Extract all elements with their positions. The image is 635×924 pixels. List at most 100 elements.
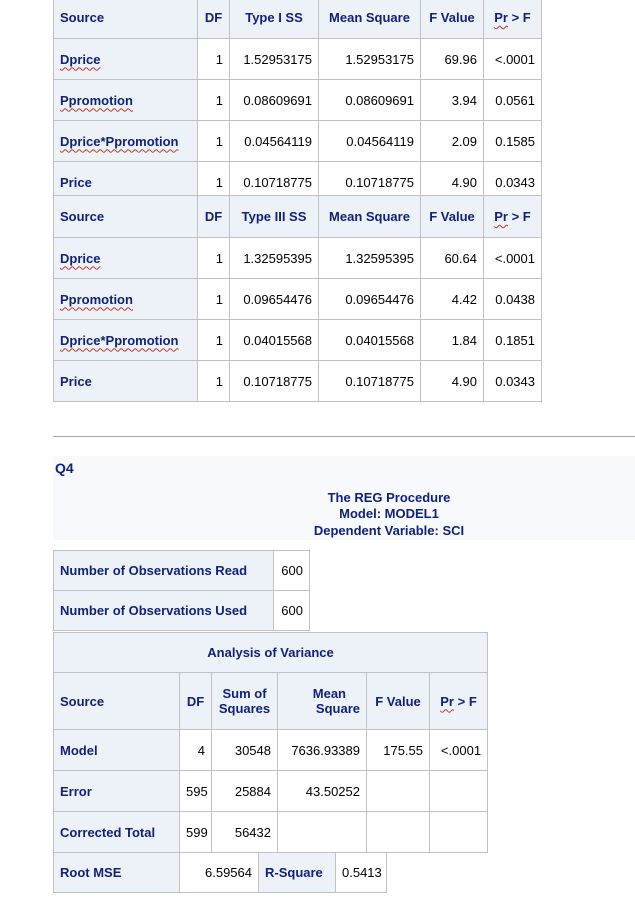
row-header-source: Error — [53, 770, 180, 812]
ms-cell: 43.50252 — [277, 770, 367, 812]
anova-table: Analysis of Variance Source DF Sum of Squ… — [52, 632, 489, 853]
p-value-cell — [428, 811, 489, 853]
ss-cell: 0.04564119 — [229, 120, 319, 162]
col-header-mean-square: Mean Square — [277, 672, 367, 730]
ms-cell: 0.09654476 — [318, 278, 421, 320]
row-header-source: Dprice — [53, 38, 198, 80]
df-cell: 1 — [197, 237, 230, 279]
col-header-f-value: F Value — [366, 672, 430, 730]
p-value-cell: 0.0438 — [483, 278, 542, 320]
col-header-type1-ss: Type I SS — [229, 0, 319, 39]
table-row: Dprice 1 1.52953175 1.52953175 69.96 <.0… — [53, 38, 542, 80]
ms-cell: 0.10718775 — [318, 360, 421, 402]
ss-cell: 1.32595395 — [229, 237, 319, 279]
df-cell: 599 — [179, 811, 212, 853]
root-mse-label: Root MSE — [53, 852, 180, 893]
ms-cell: 1.52953175 — [318, 38, 421, 80]
table-row: Root MSE 6.59564 R-Square 0.5413 — [53, 852, 387, 893]
p-value-cell: <.0001 — [428, 729, 489, 771]
ss-cell: 0.04015568 — [229, 319, 319, 361]
table-row: Ppromotion 1 0.08609691 0.08609691 3.94 … — [53, 79, 542, 121]
f-value-cell: 175.55 — [366, 729, 430, 771]
table-row: Dprice*Ppromotion 1 0.04015568 0.0401556… — [53, 319, 542, 361]
col-header-sum-of-squares: Sum of Squares — [211, 672, 278, 730]
observations-table: Number of Observations Read 600 Number o… — [53, 550, 310, 631]
row-header-source: Dprice*Ppromotion — [53, 120, 198, 162]
row-header-source: Dprice*Ppromotion — [53, 319, 198, 361]
obs-used-value: 600 — [273, 590, 310, 631]
ms-cell: 0.04015568 — [318, 319, 421, 361]
p-value-cell — [428, 770, 489, 812]
table-row: Model 4 30548 7636.93389 175.55 <.0001 — [53, 729, 489, 771]
r-square-value: 0.5413 — [335, 852, 387, 893]
p-value-cell: 0.0561 — [483, 79, 542, 121]
row-header-source: Dprice — [53, 237, 198, 279]
anova-title: Analysis of Variance — [52, 632, 489, 673]
obs-read-label: Number of Observations Read — [53, 550, 274, 591]
ss-cell: 0.08609691 — [229, 79, 319, 121]
col-header-df: DF — [179, 672, 212, 730]
ss-cell: 56432 — [211, 811, 278, 853]
f-value-cell: 4.42 — [420, 278, 484, 320]
df-cell: 1 — [197, 360, 230, 402]
type3-ss-table: Source DF Type III SS Mean Square F Valu… — [53, 195, 542, 402]
ss-cell: 0.10718775 — [229, 360, 319, 402]
col-header-type3-ss: Type III SS — [229, 195, 319, 238]
col-header-source: Source — [53, 195, 198, 238]
f-value-cell: 2.09 — [420, 120, 484, 162]
obs-read-value: 600 — [273, 550, 310, 591]
f-value-cell — [366, 770, 430, 812]
table-row: Price 1 0.10718775 0.10718775 4.90 0.034… — [53, 360, 542, 402]
df-cell: 1 — [197, 120, 230, 162]
col-header-mean-square: Mean Square — [318, 195, 421, 238]
f-value-cell: 1.84 — [420, 319, 484, 361]
df-cell: 1 — [197, 79, 230, 121]
col-header-f-value: F Value — [420, 0, 484, 39]
p-value-cell: 0.1585 — [483, 120, 542, 162]
table-row: Number of Observations Used 600 — [53, 590, 310, 631]
row-header-source: Ppromotion — [53, 79, 198, 121]
type1-ss-table: Source DF Type I SS Mean Square F Value … — [53, 0, 542, 203]
df-cell: 1 — [197, 278, 230, 320]
col-header-p-value: Pr > F — [483, 0, 542, 39]
f-value-cell: 69.96 — [420, 38, 484, 80]
section-divider — [53, 436, 635, 437]
ss-cell: 1.52953175 — [229, 38, 319, 80]
col-header-mean-square: Mean Square — [318, 0, 421, 39]
q4-heading: Q4 — [55, 460, 74, 476]
p-value-cell: <.0001 — [483, 237, 542, 279]
table-row: Dprice*Ppromotion 1 0.04564119 0.0456411… — [53, 120, 542, 162]
table-row: Corrected Total 599 56432 — [53, 811, 489, 853]
f-value-cell: 4.90 — [420, 360, 484, 402]
r-square-label: R-Square — [258, 852, 336, 893]
row-header-source: Model — [53, 729, 180, 771]
ss-cell: 30548 — [211, 729, 278, 771]
obs-used-label: Number of Observations Used — [53, 590, 274, 631]
col-header-df: DF — [197, 195, 230, 238]
df-cell: 4 — [179, 729, 212, 771]
ms-cell: 0.04564119 — [318, 120, 421, 162]
table-row: Dprice 1 1.32595395 1.32595395 60.64 <.0… — [53, 237, 542, 279]
col-header-df: DF — [197, 0, 230, 39]
f-value-cell — [366, 811, 430, 853]
ss-cell: 25884 — [211, 770, 278, 812]
fit-statistics-table: Root MSE 6.59564 R-Square 0.5413 — [53, 852, 387, 893]
row-header-source: Corrected Total — [53, 811, 180, 853]
root-mse-value: 6.59564 — [179, 852, 259, 893]
table-row: Ppromotion 1 0.09654476 0.09654476 4.42 … — [53, 278, 542, 320]
f-value-cell: 3.94 — [420, 79, 484, 121]
procedure-title: The REG Procedure — [327, 490, 451, 505]
col-header-source: Source — [53, 672, 180, 730]
f-value-cell: 60.64 — [420, 237, 484, 279]
df-cell: 1 — [197, 38, 230, 80]
col-header-source: Source — [53, 0, 198, 39]
model-title: Model: MODEL1 — [339, 506, 439, 521]
df-cell: 1 — [197, 319, 230, 361]
ss-cell: 0.09654476 — [229, 278, 319, 320]
table-row: Number of Observations Read 600 — [53, 550, 310, 591]
table-row: Error 595 25884 43.50252 — [53, 770, 489, 812]
df-cell: 595 — [179, 770, 212, 812]
row-header-source: Price — [53, 360, 198, 402]
row-header-source: Ppromotion — [53, 278, 198, 320]
ms-cell: 1.32595395 — [318, 237, 421, 279]
